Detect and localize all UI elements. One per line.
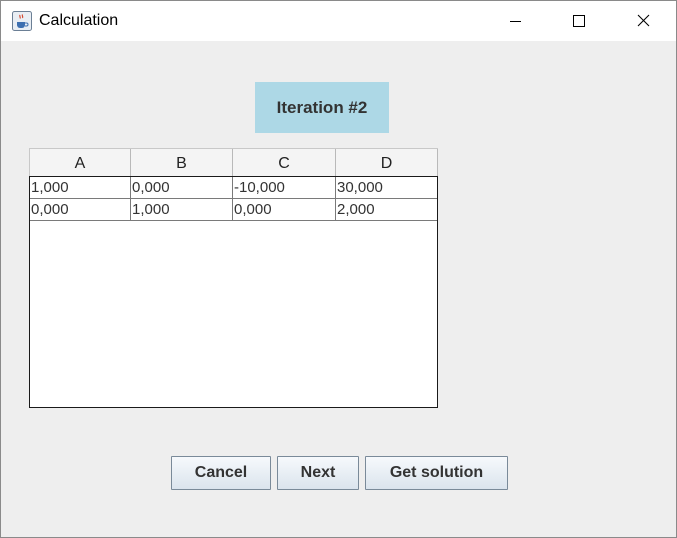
table-row[interactable]: 1,000 0,000 -10,000 30,000 <box>30 177 437 199</box>
minimize-icon <box>510 21 521 22</box>
table-cell[interactable]: 1,000 <box>30 177 131 198</box>
window-title: Calculation <box>39 12 119 29</box>
minimize-button[interactable] <box>484 1 548 41</box>
next-button[interactable]: Next <box>277 456 359 490</box>
table-row[interactable]: 0,000 1,000 0,000 2,000 <box>30 199 437 221</box>
column-header-b[interactable]: B <box>131 149 233 177</box>
maximize-icon <box>573 15 585 27</box>
table-cell[interactable]: 30,000 <box>336 177 437 198</box>
cancel-button[interactable]: Cancel <box>171 456 271 490</box>
iteration-label: Iteration #2 <box>255 82 389 133</box>
table-cell[interactable]: 1,000 <box>131 199 233 220</box>
calculation-window: Calculation Iteration #2 A B C D 1,000 0… <box>0 0 677 538</box>
column-header-d[interactable]: D <box>336 149 438 177</box>
table-cell[interactable]: -10,000 <box>233 177 336 198</box>
column-header-a[interactable]: A <box>29 149 131 177</box>
title-bar[interactable]: Calculation <box>1 1 676 41</box>
java-cup-icon <box>12 11 32 31</box>
close-button[interactable] <box>612 1 676 41</box>
table-cell[interactable]: 0,000 <box>131 177 233 198</box>
close-icon <box>637 14 650 27</box>
table-cell[interactable]: 2,000 <box>336 199 437 220</box>
table-cell[interactable]: 0,000 <box>30 199 131 220</box>
table-body[interactable]: 1,000 0,000 -10,000 30,000 0,000 1,000 0… <box>29 176 438 408</box>
column-header-c[interactable]: C <box>233 149 336 177</box>
table-header: A B C D <box>29 148 438 177</box>
get-solution-button[interactable]: Get solution <box>365 456 508 490</box>
table-cell[interactable]: 0,000 <box>233 199 336 220</box>
maximize-button[interactable] <box>548 1 612 41</box>
